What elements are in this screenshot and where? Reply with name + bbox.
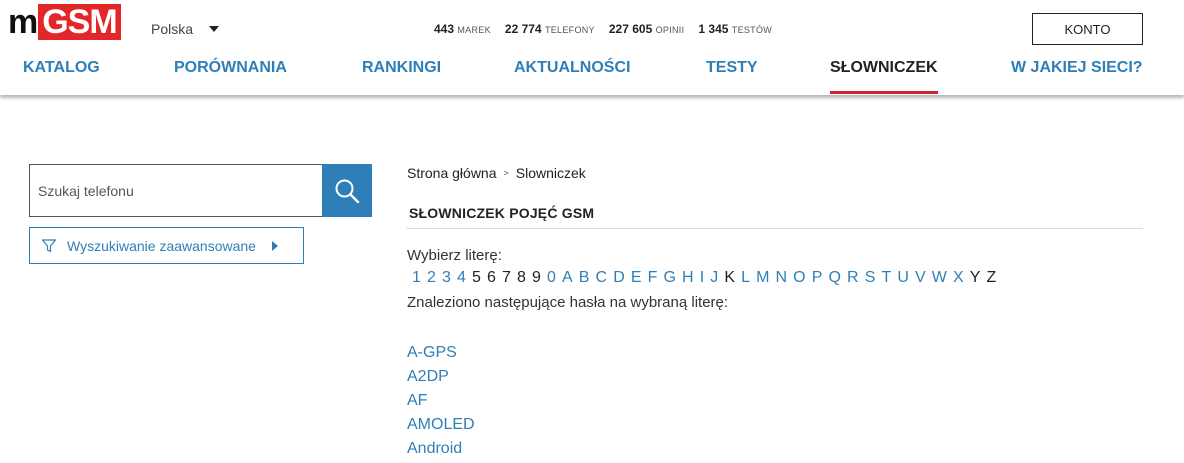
letter-r[interactable]: R	[847, 269, 859, 287]
letter-t[interactable]: T	[881, 269, 891, 287]
letter-v[interactable]: V	[915, 269, 926, 287]
phone-search	[29, 164, 372, 217]
letter-z: Z	[986, 269, 997, 286]
site-stats: 443 MAREK 22 774 TELEFONY 227 605 OPINII…	[434, 22, 772, 36]
letter-d[interactable]: D	[613, 269, 625, 287]
letter-6: 6	[487, 269, 496, 286]
advanced-search-label: Wyszukiwanie zaawansowane	[67, 237, 256, 254]
letter-b[interactable]: B	[579, 269, 590, 287]
letter-c[interactable]: C	[596, 269, 608, 287]
breadcrumb: Strona główna > Slowniczek	[407, 165, 586, 181]
search-button[interactable]	[322, 164, 372, 217]
filter-icon	[41, 238, 57, 252]
mgsm-logo[interactable]: m GSM	[8, 4, 121, 40]
divider	[406, 228, 1143, 229]
nav-item-rankingi[interactable]: RANKINGI	[362, 59, 441, 93]
letter-i[interactable]: I	[700, 269, 704, 287]
country-label: Polska	[151, 21, 194, 37]
letter-q[interactable]: Q	[828, 269, 840, 287]
letter-u[interactable]: U	[897, 269, 909, 287]
logo-m: m	[8, 3, 38, 41]
letter-8: 8	[517, 269, 526, 286]
letter-5: 5	[472, 269, 481, 286]
stat-phones: 22 774 TELEFONY	[504, 22, 595, 36]
search-input[interactable]	[29, 164, 322, 217]
account-button[interactable]: KONTO	[1032, 13, 1143, 45]
letter-x[interactable]: X	[953, 269, 964, 287]
chevron-right-icon	[271, 240, 278, 251]
nav-item-katalog[interactable]: KATALOG	[23, 59, 100, 93]
choose-letter-label: Wybierz literę:	[407, 247, 502, 264]
found-terms-label: Znaleziono następujące hasła na wybraną …	[407, 294, 729, 311]
term-list: A-GPS A2DP AF AMOLED Android	[407, 341, 475, 461]
term-link[interactable]: A2DP	[407, 365, 475, 389]
nav-item-w-jakiej-sieci[interactable]: W JAKIEJ SIECI?	[1011, 59, 1143, 93]
search-icon	[335, 179, 360, 203]
letter-k: K	[724, 269, 735, 286]
nav-item-testy[interactable]: TESTY	[706, 59, 758, 93]
stat-tests: 1 345 TESTÓW	[698, 22, 773, 36]
letter-h[interactable]: H	[682, 269, 694, 287]
letter-a[interactable]: A	[562, 269, 573, 287]
letter-j[interactable]: J	[710, 269, 718, 287]
nav-item-porownania[interactable]: PORÓWNANIA	[174, 59, 287, 93]
letter-7: 7	[502, 269, 511, 286]
stat-opinions: 227 605 OPINII	[608, 22, 685, 36]
letter-g[interactable]: G	[663, 269, 675, 287]
letter-1[interactable]: 1	[412, 269, 421, 287]
letter-2[interactable]: 2	[427, 269, 436, 287]
letter-o[interactable]: O	[793, 269, 805, 287]
site-header: m GSM Polska 443 MAREK 22 774 TELEFONY 2…	[0, 0, 1184, 95]
chevron-down-icon	[209, 26, 220, 32]
term-link[interactable]: AF	[407, 389, 475, 413]
term-link[interactable]: AMOLED	[407, 413, 475, 437]
letter-w[interactable]: W	[932, 269, 947, 287]
advanced-search-button[interactable]: Wyszukiwanie zaawansowane	[29, 227, 304, 264]
letter-0[interactable]: 0	[547, 269, 556, 287]
country-selector[interactable]: Polska	[151, 21, 220, 37]
letter-y: Y	[969, 269, 981, 286]
page-title: SŁOWNICZEK POJĘĆ GSM	[409, 205, 595, 221]
stat-brands: 443 MAREK	[434, 22, 491, 36]
letter-l[interactable]: L	[741, 269, 750, 287]
logo-gsm: GSM	[38, 4, 121, 40]
term-link[interactable]: A-GPS	[407, 341, 475, 365]
letter-3[interactable]: 3	[442, 269, 451, 287]
breadcrumb-home[interactable]: Strona główna	[407, 165, 497, 181]
nav-item-aktualnosci[interactable]: AKTUALNOŚCI	[514, 59, 630, 93]
letter-4[interactable]: 4	[457, 269, 466, 287]
letter-e[interactable]: E	[631, 269, 642, 287]
letter-p[interactable]: P	[812, 269, 823, 287]
breadcrumb-separator: >	[503, 168, 509, 178]
letter-m[interactable]: M	[756, 269, 769, 287]
letter-9: 9	[532, 269, 541, 286]
term-link[interactable]: Android	[407, 437, 475, 461]
letter-index: 1234567890ABCDEFGHIJKLMNOPQRSTUVWXYZ	[412, 269, 1002, 287]
letter-s[interactable]: S	[865, 269, 876, 287]
breadcrumb-current: Slowniczek	[515, 165, 586, 181]
nav-item-slowniczek[interactable]: SŁOWNICZEK	[830, 59, 938, 94]
letter-f[interactable]: F	[648, 269, 658, 287]
letter-n[interactable]: N	[776, 269, 788, 287]
main-nav: KATALOG PORÓWNANIA RANKINGI AKTUALNOŚCI …	[0, 57, 1184, 94]
